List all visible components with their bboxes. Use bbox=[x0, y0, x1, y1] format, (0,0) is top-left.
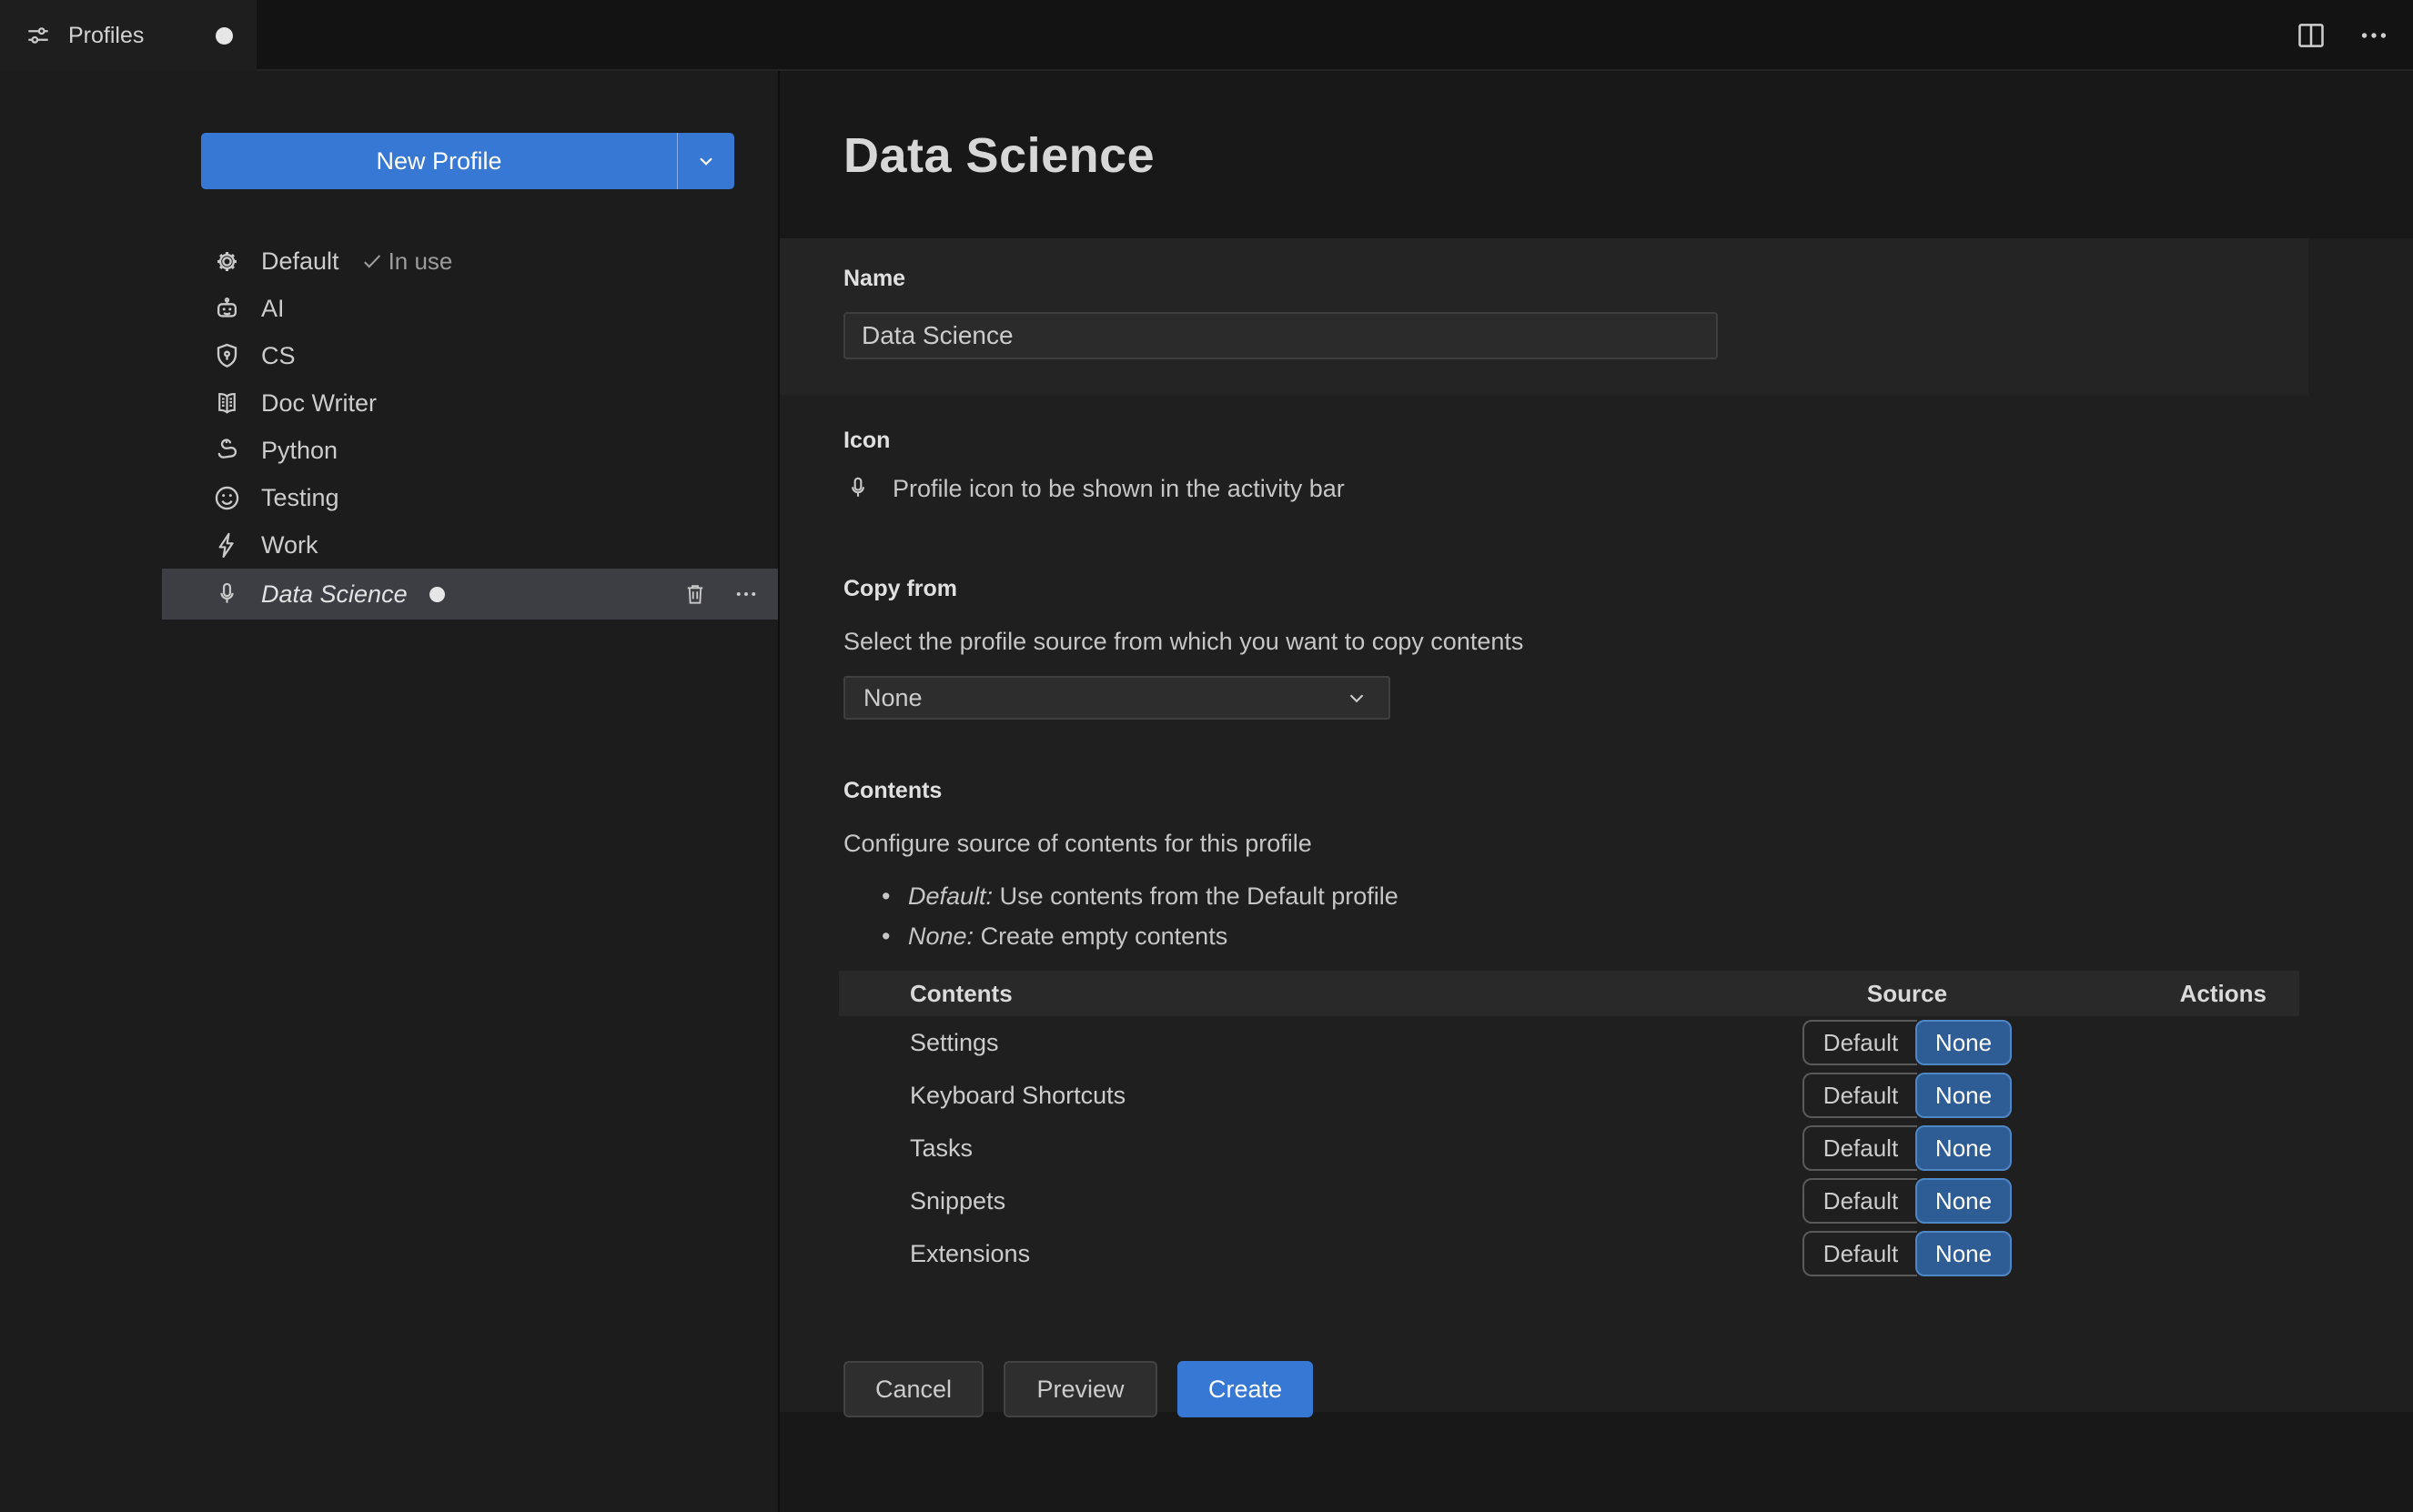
create-button[interactable]: Create bbox=[1177, 1361, 1313, 1417]
copy-from-label: Copy from bbox=[843, 576, 957, 601]
profile-item-testing[interactable]: Testing bbox=[162, 474, 778, 521]
profile-name-input[interactable] bbox=[843, 312, 1718, 359]
profile-label: Work bbox=[261, 530, 318, 559]
trash-icon[interactable] bbox=[681, 580, 709, 608]
name-section: Name bbox=[780, 238, 2308, 395]
contents-section-label: Contents bbox=[843, 778, 943, 803]
source-toggle: Default None bbox=[1802, 1178, 2012, 1224]
table-row-settings: Settings Default None bbox=[839, 1016, 2299, 1069]
profile-item-work[interactable]: Work bbox=[162, 521, 778, 569]
more-actions-icon[interactable] bbox=[2357, 18, 2391, 53]
zap-icon bbox=[212, 530, 242, 560]
icon-description: Profile icon to be shown in the activity… bbox=[893, 474, 1345, 502]
profile-label: Doc Writer bbox=[261, 388, 378, 417]
profile-item-default[interactable]: Default In use bbox=[162, 237, 778, 285]
profile-row-actions bbox=[681, 580, 760, 608]
name-label: Name bbox=[843, 266, 906, 291]
copy-from-selected-value: None bbox=[863, 683, 923, 711]
source-none-button[interactable]: None bbox=[1915, 1231, 2012, 1276]
contents-table: Contents Source Actions Settings Default… bbox=[839, 971, 2299, 1280]
profile-label: Data Science bbox=[261, 580, 408, 608]
profile-item-cs[interactable]: CS bbox=[162, 332, 778, 379]
profile-label: Python bbox=[261, 436, 338, 464]
contents-bullet-list: • Default: Use contents from the Default… bbox=[843, 876, 2413, 956]
profile-item-data-science[interactable]: Data Science bbox=[162, 569, 778, 620]
chevron-down-icon bbox=[1343, 684, 1370, 711]
tab-modified-dot[interactable] bbox=[216, 26, 233, 45]
icon-picker-row[interactable]: Profile icon to be shown in the activity… bbox=[843, 474, 2413, 503]
microphone-icon bbox=[212, 580, 242, 610]
profiles-sidebar: New Profile Default In use AI CS Doc Wri… bbox=[0, 71, 778, 1512]
editor-actions bbox=[2293, 0, 2391, 71]
more-icon[interactable] bbox=[732, 580, 760, 608]
shield-icon bbox=[212, 341, 242, 371]
profile-label: CS bbox=[261, 341, 296, 369]
profile-item-python[interactable]: Python bbox=[162, 427, 778, 474]
source-none-button[interactable]: None bbox=[1915, 1020, 2012, 1065]
source-toggle: Default None bbox=[1802, 1073, 2012, 1118]
source-none-button[interactable]: None bbox=[1915, 1125, 2012, 1171]
in-use-badge: In use bbox=[359, 247, 452, 276]
tab-profiles[interactable]: Profiles bbox=[0, 0, 257, 71]
book-icon bbox=[212, 388, 242, 418]
smiley-icon bbox=[212, 483, 242, 513]
microphone-icon bbox=[843, 474, 873, 503]
profile-form-panel: Name Icon Profile icon to be shown in th… bbox=[780, 238, 2413, 1417]
table-row-snippets: Snippets Default None bbox=[839, 1174, 2299, 1227]
source-default-button[interactable]: Default bbox=[1802, 1178, 1917, 1224]
source-default-button[interactable]: Default bbox=[1802, 1231, 1917, 1276]
contents-description: Configure source of contents for this pr… bbox=[843, 830, 1312, 857]
snake-icon bbox=[212, 436, 242, 466]
cancel-button[interactable]: Cancel bbox=[843, 1361, 984, 1417]
profile-list: Default In use AI CS Doc Writer Python T… bbox=[162, 237, 778, 620]
profile-label: AI bbox=[261, 294, 285, 322]
sliders-icon bbox=[24, 21, 53, 50]
source-none-button[interactable]: None bbox=[1915, 1073, 2012, 1118]
new-profile-button[interactable]: New Profile bbox=[201, 133, 734, 189]
profiles-editor-window: Profiles New Profile Default In use AI C… bbox=[0, 0, 2413, 1512]
table-row-extensions: Extensions Default None bbox=[839, 1227, 2299, 1280]
table-row-keyboard-shortcuts: Keyboard Shortcuts Default None bbox=[839, 1069, 2299, 1122]
new-profile-dropdown-button[interactable] bbox=[677, 133, 734, 189]
footer-actions: Cancel Preview Create bbox=[780, 1361, 2413, 1417]
robot-icon bbox=[212, 294, 242, 324]
source-toggle: Default None bbox=[1802, 1020, 2012, 1065]
source-toggle: Default None bbox=[1802, 1231, 2012, 1276]
profile-modified-dot bbox=[429, 586, 445, 602]
header-actions: Actions bbox=[2179, 979, 2267, 1007]
source-default-button[interactable]: Default bbox=[1802, 1125, 1917, 1171]
header-source: Source bbox=[1866, 979, 1948, 1007]
bullet-none: • None: Create empty contents bbox=[882, 922, 1228, 950]
new-profile-label: New Profile bbox=[376, 146, 502, 175]
copy-from-description: Select the profile source from which you… bbox=[843, 628, 1524, 655]
profile-item-ai[interactable]: AI bbox=[162, 285, 778, 332]
profile-label: Default bbox=[261, 247, 339, 275]
profile-label: Testing bbox=[261, 483, 339, 511]
bullet-default: • Default: Use contents from the Default… bbox=[882, 882, 1398, 910]
table-row-tasks: Tasks Default None bbox=[839, 1122, 2299, 1174]
contents-table-header: Contents Source Actions bbox=[839, 971, 2299, 1016]
profile-detail-pane: Data Science Name Icon Profile ico bbox=[778, 71, 2413, 1512]
check-icon bbox=[359, 248, 385, 274]
profile-item-doc-writer[interactable]: Doc Writer bbox=[162, 379, 778, 427]
icon-section-label: Icon bbox=[843, 428, 891, 453]
tab-label: Profiles bbox=[68, 22, 145, 48]
header-contents: Contents bbox=[910, 979, 1013, 1007]
editor-tab-bar: Profiles bbox=[0, 0, 2413, 71]
source-default-button[interactable]: Default bbox=[1802, 1020, 1917, 1065]
split-editor-icon[interactable] bbox=[2293, 17, 2329, 54]
source-default-button[interactable]: Default bbox=[1802, 1073, 1917, 1118]
gear-icon bbox=[212, 247, 242, 277]
copy-from-select[interactable]: None bbox=[843, 676, 1390, 720]
preview-button[interactable]: Preview bbox=[1004, 1361, 1157, 1417]
source-none-button[interactable]: None bbox=[1915, 1178, 2012, 1224]
page-title: Data Science bbox=[843, 128, 1156, 183]
source-toggle: Default None bbox=[1802, 1125, 2012, 1171]
